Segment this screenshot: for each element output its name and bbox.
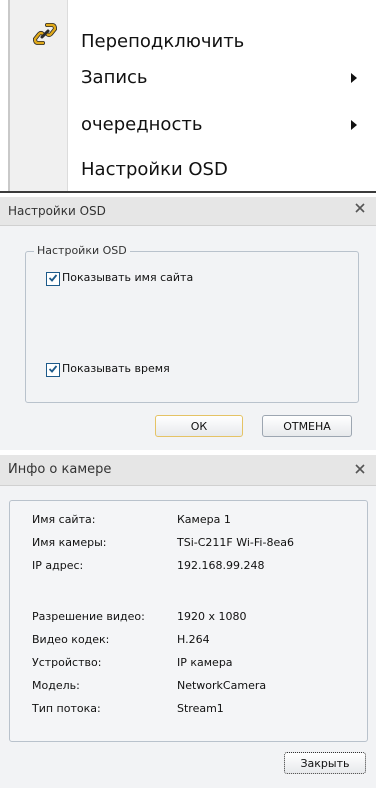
info-row: Имя камеры: TSi-C211F Wi-Fi-8ea6: [10, 532, 367, 554]
menu-item-label: Запись: [81, 67, 148, 88]
info-value: IP камера: [177, 656, 233, 669]
info-value: NetworkCamera: [177, 679, 267, 692]
osd-groupbox: Настройки OSD Показывать имя сайта Показ…: [25, 244, 359, 403]
dialog-title: Инфо о камере: [8, 462, 112, 477]
ok-button[interactable]: ОК: [155, 415, 243, 437]
info-row: Имя сайта: Камера 1: [10, 509, 367, 531]
info-row: Устройство: IP камера: [10, 652, 367, 674]
close-icon[interactable]: [354, 463, 366, 475]
info-value: TSi-C211F Wi-Fi-8ea6: [177, 536, 294, 549]
info-value: H.264: [177, 633, 210, 646]
context-menu: Переподключить Запись очередность Настро…: [0, 0, 376, 193]
info-key: Видео кодек:: [32, 633, 110, 646]
info-key: Тип потока:: [32, 702, 101, 715]
camera-info-panel: Имя сайта: Камера 1 Имя камеры: TSi-C211…: [9, 500, 368, 742]
info-value: Stream1: [177, 702, 224, 715]
close-button[interactable]: Закрыть: [284, 752, 366, 774]
camera-info-dialog: Инфо о камере Имя сайта: Камера 1 Имя ка…: [0, 455, 376, 788]
show-time-checkbox[interactable]: [46, 363, 60, 377]
info-key: Модель:: [32, 679, 80, 692]
checkmark-icon: [48, 274, 58, 282]
menu-item-label: Настройки OSD: [81, 159, 228, 180]
chevron-right-icon: [351, 73, 357, 83]
info-row: IP адрес: 192.168.99.248: [10, 555, 367, 577]
info-key: Имя камеры:: [32, 536, 107, 549]
show-time-label[interactable]: Показывать время: [62, 362, 170, 376]
show-site-name-label[interactable]: Показывать имя сайта: [62, 271, 193, 285]
menu-icon-gutter: [10, 0, 68, 193]
info-key: IP адрес:: [32, 559, 84, 572]
menu-item-label: очередность: [81, 114, 203, 135]
info-row: Разрешение видео: 1920 x 1080: [10, 606, 367, 628]
chevron-right-icon: [351, 120, 357, 130]
checkmark-icon: [48, 365, 58, 373]
dialog-titlebar[interactable]: Инфо о камере: [0, 455, 376, 486]
info-key: Имя сайта:: [32, 513, 96, 526]
info-key: Устройство:: [32, 656, 102, 669]
show-site-name-checkbox[interactable]: [46, 272, 60, 286]
info-value: 1920 x 1080: [177, 610, 247, 623]
cancel-button[interactable]: ОТМЕНА: [262, 415, 352, 437]
link-icon: [32, 23, 58, 45]
osd-settings-dialog: Настройки OSD Настройки OSD Показывать и…: [0, 197, 376, 450]
dialog-title: Настройки OSD: [8, 204, 106, 218]
menu-item-sequence[interactable]: очередность: [67, 103, 367, 147]
close-icon[interactable]: [354, 202, 366, 214]
info-row: Модель: NetworkCamera: [10, 675, 367, 697]
info-value: Камера 1: [177, 513, 231, 526]
menu-item-record[interactable]: Запись: [67, 56, 367, 100]
dialog-titlebar[interactable]: Настройки OSD: [0, 197, 376, 226]
info-value: 192.168.99.248: [177, 559, 265, 572]
info-key: Разрешение видео:: [32, 610, 145, 623]
menu-item-osd-settings[interactable]: Настройки OSD: [67, 148, 367, 192]
info-row: Тип потока: Stream1: [10, 698, 367, 720]
group-label: Настройки OSD: [34, 244, 130, 258]
info-row: Видео кодек: H.264: [10, 629, 367, 651]
